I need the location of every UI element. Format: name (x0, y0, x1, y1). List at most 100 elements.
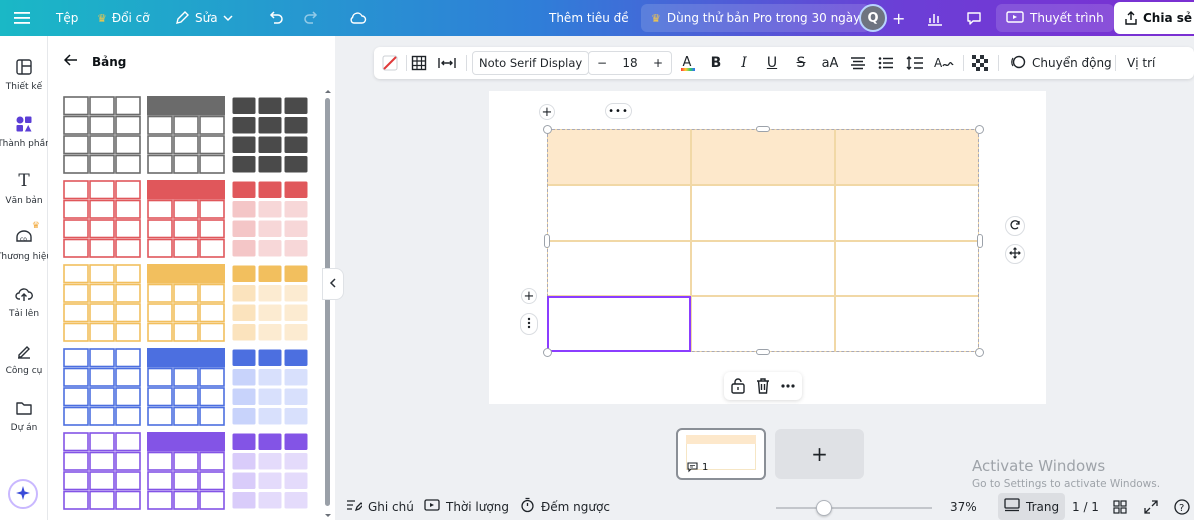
resize-handle-top[interactable] (756, 126, 770, 132)
resize-handle-bottom-right[interactable] (975, 348, 984, 357)
table-style-option[interactable] (63, 432, 141, 510)
table-style-option[interactable] (63, 96, 141, 174)
present-button[interactable]: Thuyết trình (996, 4, 1114, 32)
table-style-option[interactable] (147, 432, 225, 510)
scrollbar-thumb[interactable] (325, 98, 330, 506)
resize-handle-top-right[interactable] (975, 125, 984, 134)
rail-item-elements[interactable]: Thành phần (0, 113, 51, 149)
font-family-select[interactable]: Noto Serif Display (472, 51, 590, 75)
table-style-option[interactable] (147, 180, 225, 258)
table-grid-icon[interactable] (408, 47, 430, 79)
more-horizontal-icon[interactable] (780, 379, 796, 396)
animate-button[interactable]: Chuyển động (1010, 47, 1112, 79)
notes-button[interactable]: Ghi chú (346, 493, 414, 520)
page-view-button[interactable]: Trang (998, 493, 1066, 520)
bold-icon[interactable]: B (706, 47, 726, 79)
page-thumbnail[interactable]: 1 (676, 428, 766, 480)
row-options-button[interactable] (520, 313, 538, 335)
magic-sparkle-button[interactable] (8, 479, 38, 509)
fill-color-icon[interactable] (378, 47, 402, 79)
pro-trial-button[interactable]: ♛ Dùng thử bản Pro trong 30 ngày (641, 4, 871, 32)
letter-case-icon[interactable]: aA (819, 47, 841, 79)
table-style-option[interactable] (231, 96, 309, 174)
increase-size-button[interactable]: + (653, 56, 663, 70)
table-style-option[interactable] (147, 348, 225, 426)
add-row-button[interactable]: + (521, 288, 537, 304)
selected-cell[interactable] (547, 296, 691, 352)
comment-icon[interactable] (965, 0, 983, 36)
share-button[interactable]: Chia sẻ (1114, 2, 1194, 34)
cell-spacing-icon[interactable] (436, 47, 458, 79)
duration-button[interactable]: Thời lượng (424, 493, 509, 520)
avatar[interactable]: Q (859, 4, 887, 32)
rotate-button[interactable] (1005, 216, 1025, 236)
zoom-slider-knob[interactable] (815, 500, 832, 516)
strikethrough-icon[interactable]: S (791, 47, 811, 79)
fullscreen-icon[interactable] (1144, 493, 1158, 520)
grid-view-icon[interactable] (1113, 493, 1127, 520)
zoom-slider[interactable] (776, 507, 932, 509)
italic-icon[interactable]: I (734, 47, 754, 79)
table-style-option[interactable] (231, 432, 309, 510)
redo-button[interactable] (303, 0, 319, 36)
back-arrow-icon[interactable] (63, 54, 78, 69)
rail-item-uploads[interactable]: Tải lên (0, 283, 48, 319)
comment-icon (687, 462, 698, 473)
design-title-input[interactable]: Thêm tiêu đề (549, 0, 629, 36)
rail-item-label: Thiết kế (5, 82, 43, 92)
add-collaborator-button[interactable]: + (892, 0, 905, 36)
add-page-button[interactable]: + (775, 429, 864, 479)
add-column-button[interactable]: + (539, 104, 555, 120)
rail-item-design[interactable]: Thiết kế (0, 56, 48, 92)
table-style-option[interactable] (63, 348, 141, 426)
decrease-size-button[interactable]: − (597, 56, 607, 70)
rail-item-text[interactable]: T Văn bản (0, 170, 48, 206)
resize-handle-top-left[interactable] (543, 125, 552, 134)
resize-handle-bottom[interactable] (756, 349, 770, 355)
edit-menu[interactable]: Sửa (174, 0, 233, 36)
text-color-icon[interactable]: A (678, 47, 698, 79)
font-size-stepper[interactable]: − 18 + (588, 51, 672, 75)
position-button[interactable]: Vị trí (1127, 47, 1155, 79)
move-button[interactable] (1005, 244, 1025, 264)
text-effects-icon[interactable]: A (932, 47, 956, 79)
rail-item-tools[interactable]: Công cụ (0, 340, 48, 376)
column-options-button[interactable]: ••• (605, 103, 632, 119)
help-icon[interactable]: ? (1174, 493, 1190, 520)
table-style-option[interactable] (231, 348, 309, 426)
collapse-panel-button[interactable] (322, 268, 344, 300)
menu-icon[interactable] (14, 0, 30, 36)
resize-handle-left[interactable] (544, 234, 550, 248)
insights-chart-icon[interactable] (926, 0, 944, 36)
table-style-option[interactable] (147, 264, 225, 342)
cloud-sync-icon[interactable] (349, 0, 367, 36)
resize-button[interactable]: ♛ Đổi cỡ (97, 0, 150, 36)
table-style-option[interactable] (231, 180, 309, 258)
text-align-icon[interactable] (848, 47, 868, 79)
line-spacing-icon[interactable] (904, 47, 926, 79)
timer-button[interactable]: Đếm ngược (520, 493, 610, 520)
move-arrows-icon (1009, 246, 1021, 262)
table-style-option[interactable] (147, 96, 225, 174)
chevron-left-icon (329, 277, 337, 291)
transparency-icon[interactable] (970, 47, 990, 79)
rail-item-projects[interactable]: Dự án (0, 397, 48, 433)
resize-handle-right[interactable] (977, 234, 983, 248)
zoom-label: 37% (950, 499, 977, 514)
design-title-label: Thêm tiêu đề (549, 11, 629, 25)
undo-button[interactable] (268, 0, 284, 36)
file-menu[interactable]: Tệp (56, 0, 78, 36)
trash-icon[interactable] (755, 377, 771, 398)
table-style-option[interactable] (63, 180, 141, 258)
rail-item-brand[interactable]: co ♛ Thương hiệu (0, 221, 52, 262)
lock-icon[interactable] (730, 377, 746, 398)
page-view-label: Trang (1026, 499, 1060, 514)
table-style-option[interactable] (63, 264, 141, 342)
resize-handle-bottom-left[interactable] (543, 348, 552, 357)
zoom-value[interactable]: 37% (950, 493, 977, 520)
table-style-option[interactable] (231, 264, 309, 342)
font-family-value: Noto Serif Display (479, 56, 583, 70)
list-icon[interactable] (876, 47, 896, 79)
present-icon (1006, 11, 1024, 25)
underline-icon[interactable]: U (762, 47, 782, 79)
